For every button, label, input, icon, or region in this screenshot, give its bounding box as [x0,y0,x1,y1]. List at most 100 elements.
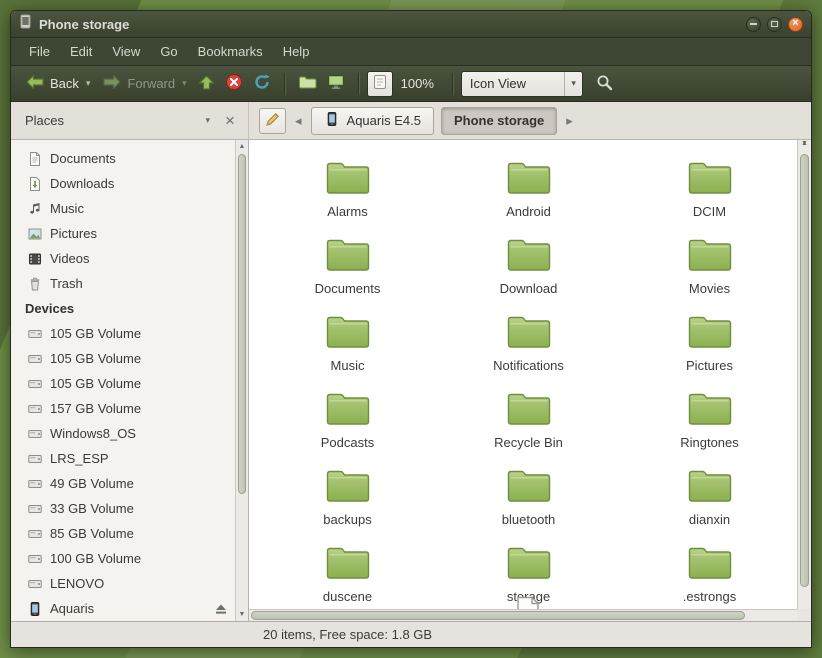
sidebar-item-105-gb-volume[interactable]: 105 GB Volume [11,321,234,346]
stop-button[interactable] [220,69,248,98]
folder-item[interactable]: Podcasts [257,391,438,468]
drive-icon [27,401,43,417]
menu-item-file[interactable]: File [19,40,60,63]
path-scroll-right-icon[interactable]: ▸ [564,113,575,129]
breadcrumb-current-button[interactable]: Phone storage [441,107,557,135]
sidebar-item-label: 100 GB Volume [50,551,141,566]
maximize-button[interactable] [767,17,782,32]
video-icon [27,251,43,267]
back-icon [25,74,45,93]
forward-button[interactable]: Forward ▾ [96,70,192,97]
sidebar-item-lrs-esp[interactable]: LRS_ESP [11,446,234,471]
chevron-down-icon: ▾ [205,115,210,126]
sidebar-item-157-gb-volume[interactable]: 157 GB Volume [11,396,234,421]
breadcrumb-device-button[interactable]: Aquaris E4.5 [311,107,434,135]
computer-button[interactable] [322,70,350,97]
horizontal-scrollbar-thumb[interactable] [251,611,745,620]
folder-item[interactable]: Music [257,314,438,391]
horizontal-scrollbar[interactable] [249,609,797,621]
vertical-scrollbar[interactable]: ▲ ▼ [797,140,811,609]
sidebar-item-49-gb-volume[interactable]: 49 GB Volume [11,471,234,496]
folder-icon [325,391,371,432]
sidebar-item-pictures[interactable]: Pictures [11,221,234,246]
folder-item[interactable]: Pictures [619,314,797,391]
menu-item-bookmarks[interactable]: Bookmarks [188,40,273,63]
sidebar-item-documents[interactable]: Documents [11,146,234,171]
menu-item-edit[interactable]: Edit [60,40,102,63]
search-button[interactable] [591,70,618,98]
scroll-up-icon[interactable]: ▲ [236,143,248,150]
folder-label: Recycle Bin [494,435,563,450]
folder-item[interactable]: Alarms [257,160,438,237]
sidebar-item-105-gb-volume[interactable]: 105 GB Volume [11,371,234,396]
sidebar-header: Places ▾ × [11,102,249,139]
folder-grid: AlarmsAndroidDCIM DocumentsDownload Movies… [249,140,797,609]
scroll-down-icon[interactable]: ▼ [236,611,248,618]
folder-item[interactable]: DCIM [619,160,797,237]
sidebar-pane-select[interactable]: Places ▾ [23,110,218,131]
up-icon [198,74,215,94]
sidebar: DocumentsDownloadsMusicPicturesVideosTra… [11,140,249,621]
zoom-button[interactable] [367,71,393,97]
sidebar-item-trash[interactable]: Trash [11,271,234,296]
vertical-scrollbar-thumb[interactable] [800,154,809,587]
sidebar-scrollbar[interactable]: ▲ ▼ [235,140,248,621]
view-mode-select[interactable]: Icon View ▾ [461,71,583,97]
scroll-down-icon[interactable]: ▼ [798,140,811,147]
sidebar-item-downloads[interactable]: Downloads [11,171,234,196]
folder-item[interactable]: .estrongs [619,545,797,609]
close-button[interactable]: × [788,17,803,32]
sidebar-scrollbar-thumb[interactable] [238,154,246,494]
sidebar-item-lenovo[interactable]: LENOVO [11,571,234,596]
folder-label: Music [331,358,365,373]
sidebar-item-music[interactable]: Music [11,196,234,221]
sidebar-item-33-gb-volume[interactable]: 33 GB Volume [11,496,234,521]
sidebar-close-button[interactable]: × [218,109,242,133]
minimize-icon [750,23,757,25]
folder-icon [325,160,371,201]
folder-item[interactable]: bluetooth [438,468,619,545]
folder-item[interactable]: Android [438,160,619,237]
folder-item[interactable]: Download [438,237,619,314]
menu-item-go[interactable]: Go [150,40,187,63]
path-scroll-left-icon[interactable]: ◂ [293,113,304,129]
toolbar-separator [452,73,453,95]
forward-history-caret-icon[interactable]: ▾ [182,78,187,89]
sidebar-item-aquaris[interactable]: Aquaris [11,596,234,621]
sidebar-item-105-gb-volume[interactable]: 105 GB Volume [11,346,234,371]
folder-icon [687,237,733,278]
up-button[interactable] [193,70,220,98]
minimize-button[interactable] [746,17,761,32]
partial-file-icon[interactable] [515,596,541,609]
refresh-button[interactable] [248,69,276,98]
folder-icon [298,74,317,93]
sidebar-item-100-gb-volume[interactable]: 100 GB Volume [11,546,234,571]
folder-item[interactable]: Ringtones [619,391,797,468]
sidebar-item-windows8-os[interactable]: Windows8_OS [11,421,234,446]
folder-label: Movies [689,281,730,296]
folder-item[interactable]: Notifications [438,314,619,391]
folder-item[interactable]: duscene [257,545,438,609]
home-folder-button[interactable] [293,70,322,97]
folder-icon [506,160,552,201]
eject-icon[interactable] [214,603,228,615]
devices-header: Devices [11,296,234,321]
menu-item-view[interactable]: View [102,40,150,63]
sidebar-item-85-gb-volume[interactable]: 85 GB Volume [11,521,234,546]
edit-location-button[interactable] [259,108,286,134]
computer-icon [327,74,345,93]
menu-item-help[interactable]: Help [273,40,320,63]
phone-icon [27,601,43,617]
menubar: FileEditViewGoBookmarksHelp [11,38,811,66]
drive-icon [27,451,43,467]
folder-item[interactable]: backups [257,468,438,545]
sidebar-item-videos[interactable]: Videos [11,246,234,271]
back-history-caret-icon[interactable]: ▾ [86,78,91,89]
folder-item[interactable]: Movies [619,237,797,314]
back-button[interactable]: Back ▾ [19,70,96,97]
folder-item[interactable]: Documents [257,237,438,314]
folder-item[interactable]: Recycle Bin [438,391,619,468]
folder-label: Ringtones [680,435,739,450]
drive-icon [27,526,43,542]
folder-item[interactable]: dianxin [619,468,797,545]
